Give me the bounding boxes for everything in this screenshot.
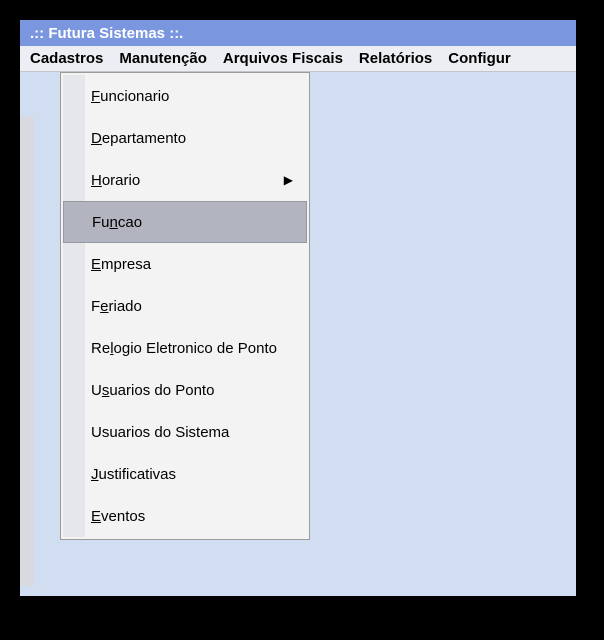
menu-item-label: Eventos bbox=[91, 508, 145, 525]
menu-item-eventos[interactable]: Eventos bbox=[63, 495, 307, 537]
menu-item-label: Horario bbox=[91, 172, 140, 189]
menu-item-feriado[interactable]: Feriado bbox=[63, 285, 307, 327]
menu-item-label: Usuarios do Sistema bbox=[91, 424, 229, 441]
menu-item-justificativas[interactable]: Justificativas bbox=[63, 453, 307, 495]
menu-item-label: Empresa bbox=[91, 256, 151, 273]
submenu-arrow-icon: ▶ bbox=[284, 173, 293, 187]
menu-configur[interactable]: Configur bbox=[440, 47, 518, 70]
window-title: .:: Futura Sistemas ::. bbox=[30, 25, 183, 42]
menu-item-usuarios-do-sistema[interactable]: Usuarios do Sistema bbox=[63, 411, 307, 453]
menu-item-label: Usuarios do Ponto bbox=[91, 382, 214, 399]
cadastros-dropdown: Funcionario Departamento Horario ▶ Funcao Emp… bbox=[60, 72, 310, 540]
menu-cadastros[interactable]: Cadastros bbox=[22, 47, 111, 70]
menu-arquivos-fiscais[interactable]: Arquivos Fiscais bbox=[215, 47, 351, 70]
menu-item-funcao[interactable]: Funcao bbox=[63, 201, 307, 243]
app-window: .:: Futura Sistemas ::. Cadastros Manute… bbox=[20, 20, 576, 596]
menu-item-departamento[interactable]: Departamento bbox=[63, 117, 307, 159]
menu-item-usuarios-do-ponto[interactable]: Usuarios do Ponto bbox=[63, 369, 307, 411]
content-area: Funcionario Departamento Horario ▶ Funcao Emp… bbox=[20, 72, 576, 596]
menu-relatorios[interactable]: Relatórios bbox=[351, 47, 440, 70]
menu-manutencao[interactable]: Manutenção bbox=[111, 47, 215, 70]
titlebar: .:: Futura Sistemas ::. bbox=[20, 20, 576, 46]
menu-item-label: Relogio Eletronico de Ponto bbox=[91, 340, 277, 357]
menu-item-label: Funcionario bbox=[91, 88, 169, 105]
menubar: Cadastros Manutenção Arquivos Fiscais Re… bbox=[20, 46, 576, 72]
menu-item-empresa[interactable]: Empresa bbox=[63, 243, 307, 285]
menu-item-label: Feriado bbox=[91, 298, 142, 315]
menu-list: Funcionario Departamento Horario ▶ Funcao Emp… bbox=[63, 75, 307, 537]
menu-item-relogio-eletronico-de-ponto[interactable]: Relogio Eletronico de Ponto bbox=[63, 327, 307, 369]
menu-item-label: Departamento bbox=[91, 130, 186, 147]
menu-item-funcionario[interactable]: Funcionario bbox=[63, 75, 307, 117]
menu-item-label: Funcao bbox=[92, 214, 142, 231]
menu-item-horario[interactable]: Horario ▶ bbox=[63, 159, 307, 201]
menu-item-label: Justificativas bbox=[91, 466, 176, 483]
sidebar-stub bbox=[20, 116, 34, 586]
